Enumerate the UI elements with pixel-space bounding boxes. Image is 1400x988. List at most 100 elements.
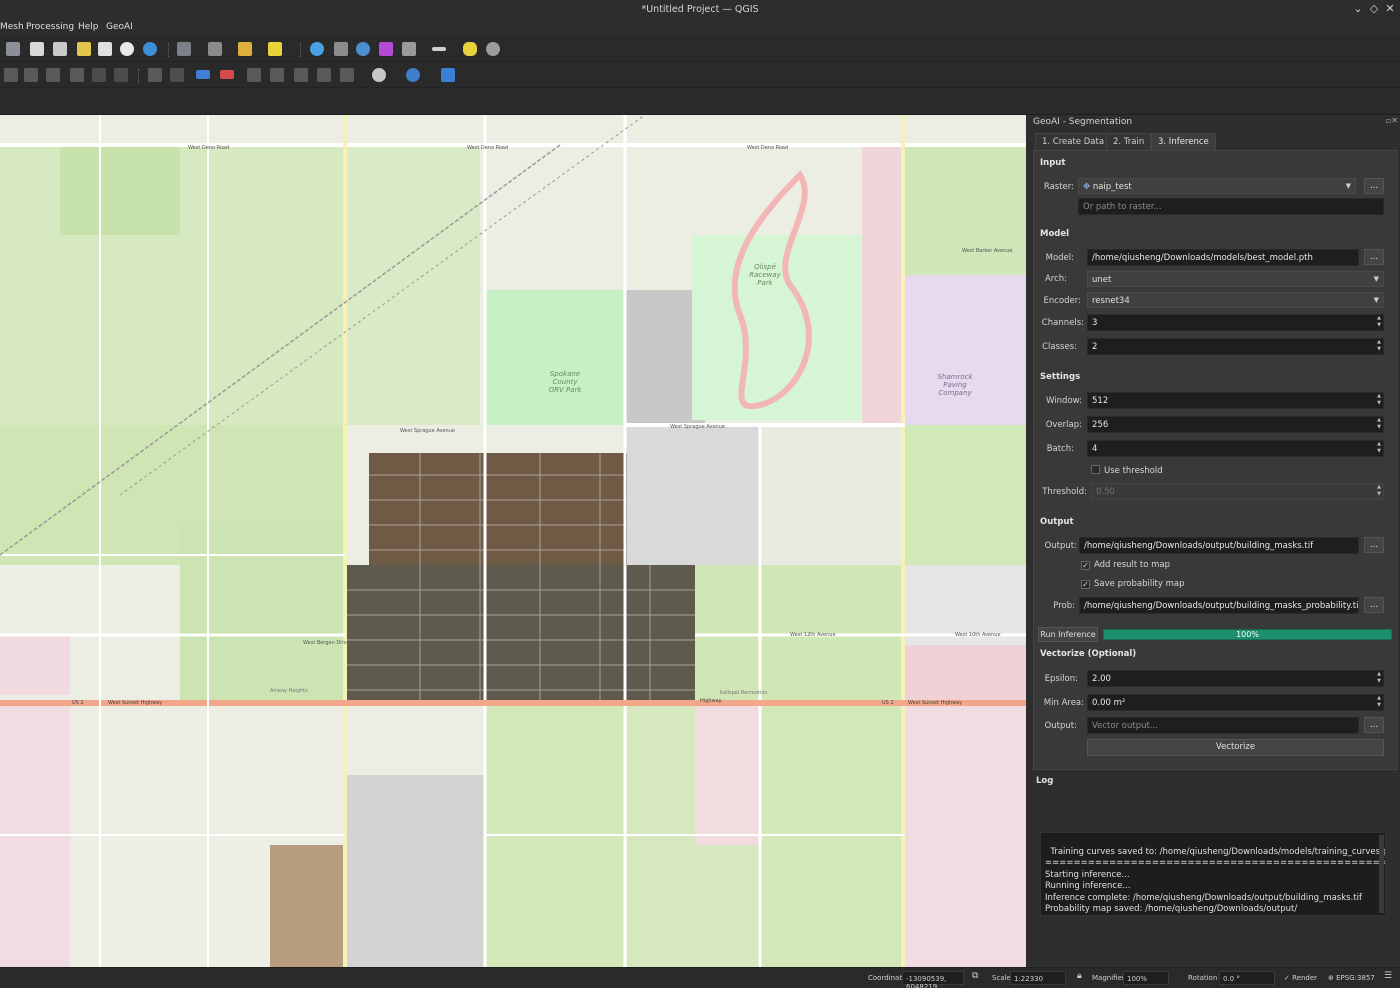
- vector-output-browse-button[interactable]: ...: [1364, 717, 1384, 733]
- sum-icon[interactable]: [379, 42, 393, 56]
- prob-path-input[interactable]: /home/qiusheng/Downloads/output/building…: [1079, 597, 1359, 614]
- epsilon-spinbox[interactable]: 2.00 ▲ ▼: [1087, 670, 1384, 687]
- prob-browse-button[interactable]: ...: [1364, 597, 1384, 613]
- map-label-us2: US 2: [72, 700, 84, 706]
- scale-field[interactable]: 1:22330: [1010, 971, 1066, 985]
- threshold-spinbox[interactable]: 0.50 ▲ ▼: [1091, 483, 1384, 500]
- settings-gear-icon[interactable]: [356, 42, 370, 56]
- raster-label: Raster:: [1043, 182, 1074, 192]
- menu-geoai[interactable]: GeoAI: [106, 22, 133, 32]
- menu-mesh[interactable]: Mesh: [0, 22, 24, 32]
- channels-spinbox[interactable]: 3 ▲ ▼: [1087, 314, 1384, 331]
- pan-icon[interactable]: [6, 42, 20, 56]
- dock-float-close-icon[interactable]: ▫✕: [1386, 116, 1398, 125]
- add-feature-icon[interactable]: [70, 68, 84, 82]
- batch-value: 4: [1092, 444, 1098, 454]
- close-icon[interactable]: ✕: [1382, 2, 1398, 15]
- map-canvas[interactable]: Spokane County ORV Park Qlispé Raceway P…: [0, 115, 1026, 967]
- log-output[interactable]: Training curves saved to: /home/qiusheng…: [1040, 832, 1386, 916]
- spin-arrows-icon[interactable]: ▲ ▼: [1375, 315, 1383, 330]
- coordinate-field[interactable]: -13090539, 6048219: [902, 971, 964, 988]
- model-browse-button[interactable]: ...: [1364, 249, 1384, 265]
- select-features-icon[interactable]: [238, 42, 252, 56]
- label-icon[interactable]: [148, 68, 162, 82]
- redo-icon[interactable]: [114, 68, 128, 82]
- extents-icon[interactable]: ⧉: [972, 971, 978, 981]
- raster-select[interactable]: ✥ naip_test ▼: [1078, 178, 1356, 194]
- label-tool-1-icon[interactable]: [247, 68, 261, 82]
- help-icon[interactable]: [441, 68, 455, 82]
- menu-processing[interactable]: Processing: [26, 22, 74, 32]
- window-spinbox[interactable]: 512 ▲ ▼: [1087, 392, 1384, 409]
- spin-arrows-icon[interactable]: ▲ ▼: [1375, 441, 1383, 456]
- magnifier-field[interactable]: 100%: [1123, 971, 1169, 985]
- crs-button[interactable]: ⊕ EPSG:3857: [1328, 974, 1375, 982]
- raster-browse-button[interactable]: ...: [1364, 178, 1384, 194]
- output-path-input[interactable]: /home/qiusheng/Downloads/output/building…: [1079, 537, 1359, 554]
- identify-icon[interactable]: [310, 42, 324, 56]
- zoom-icon[interactable]: [486, 42, 500, 56]
- save-edits-icon[interactable]: [46, 68, 60, 82]
- tab-create-data[interactable]: 1. Create Data: [1035, 133, 1112, 150]
- label-tool-2-icon[interactable]: [270, 68, 284, 82]
- label-tool-3-icon[interactable]: [294, 68, 308, 82]
- deselect-icon[interactable]: [208, 42, 222, 56]
- edit-pencil-icon[interactable]: [24, 68, 38, 82]
- map-label-highway: West Sunset Highway: [908, 700, 963, 706]
- restore-icon[interactable]: ◇: [1366, 2, 1382, 15]
- tab-inference[interactable]: 3. Inference: [1151, 133, 1216, 150]
- spin-arrows-icon[interactable]: ▲ ▼: [1375, 417, 1383, 432]
- messages-icon[interactable]: ☰: [1384, 971, 1392, 981]
- batch-spinbox[interactable]: 4 ▲ ▼: [1087, 440, 1384, 457]
- add-result-checkbox[interactable]: ✓ Add result to map: [1081, 560, 1170, 570]
- undo-icon[interactable]: [92, 68, 106, 82]
- digitize-icon[interactable]: [4, 68, 18, 82]
- min-area-spinbox[interactable]: 0.00 m² ▲ ▼: [1087, 694, 1384, 711]
- label-red-icon[interactable]: [220, 70, 234, 79]
- layer-icon[interactable]: [77, 42, 91, 56]
- classes-spinbox[interactable]: 2 ▲ ▼: [1087, 338, 1384, 355]
- clock-icon[interactable]: [120, 42, 134, 56]
- arch-select[interactable]: unet ▼: [1087, 271, 1384, 287]
- open-project-icon[interactable]: [53, 42, 67, 56]
- select-value-icon[interactable]: [268, 42, 282, 56]
- attribute-table-icon[interactable]: [334, 42, 348, 56]
- measure-icon[interactable]: [432, 47, 446, 51]
- run-inference-button[interactable]: Run Inference: [1038, 627, 1098, 642]
- spin-arrows-icon: ▲ ▼: [1377, 484, 1381, 497]
- spin-arrows-icon[interactable]: ▲ ▼: [1375, 671, 1383, 686]
- label-blue-icon[interactable]: [196, 70, 210, 79]
- pin-icon[interactable]: [170, 68, 184, 82]
- new-project-icon[interactable]: [30, 42, 44, 56]
- use-threshold-checkbox[interactable]: Use threshold: [1091, 465, 1163, 476]
- dock-splitter[interactable]: [1026, 115, 1033, 967]
- overlap-spinbox[interactable]: 256 ▲ ▼: [1087, 416, 1384, 433]
- annotation-icon[interactable]: [463, 42, 477, 56]
- model-path-input[interactable]: /home/qiusheng/Downloads/models/best_mod…: [1087, 249, 1359, 266]
- raster-path-input[interactable]: Or path to raster...: [1078, 198, 1384, 215]
- geoai-globe-icon[interactable]: [372, 68, 386, 82]
- log-scrollbar[interactable]: [1379, 835, 1384, 913]
- table-icon[interactable]: [402, 42, 416, 56]
- vectorize-button[interactable]: Vectorize: [1087, 739, 1384, 756]
- label-tool-4-icon[interactable]: [317, 68, 331, 82]
- select-icon[interactable]: [177, 42, 191, 56]
- refresh-icon[interactable]: [143, 42, 157, 56]
- save-icon[interactable]: [98, 42, 112, 56]
- spin-arrows-icon[interactable]: ▲ ▼: [1375, 393, 1383, 408]
- render-checkbox[interactable]: ✓ Render: [1284, 974, 1317, 982]
- lock-icon[interactable]: 🔒︎: [1077, 971, 1082, 981]
- vector-output-input[interactable]: Vector output...: [1087, 717, 1359, 734]
- output-browse-button[interactable]: ...: [1364, 537, 1384, 553]
- save-prob-checkbox[interactable]: ✓ Save probability map: [1081, 579, 1185, 589]
- log-text: Training curves saved to: /home/qiusheng…: [1045, 846, 1386, 915]
- label-tool-5-icon[interactable]: [340, 68, 354, 82]
- encoder-select[interactable]: resnet34 ▼: [1087, 292, 1384, 308]
- spin-arrows-icon[interactable]: ▲ ▼: [1375, 695, 1383, 710]
- spin-arrows-icon[interactable]: ▲ ▼: [1375, 339, 1383, 354]
- tab-train[interactable]: 2. Train: [1106, 133, 1152, 150]
- python-icon[interactable]: [406, 68, 420, 82]
- menu-help[interactable]: Help: [78, 22, 99, 32]
- rotation-field[interactable]: 0.0 °: [1219, 971, 1275, 985]
- minimize-icon[interactable]: ⌄: [1350, 2, 1366, 15]
